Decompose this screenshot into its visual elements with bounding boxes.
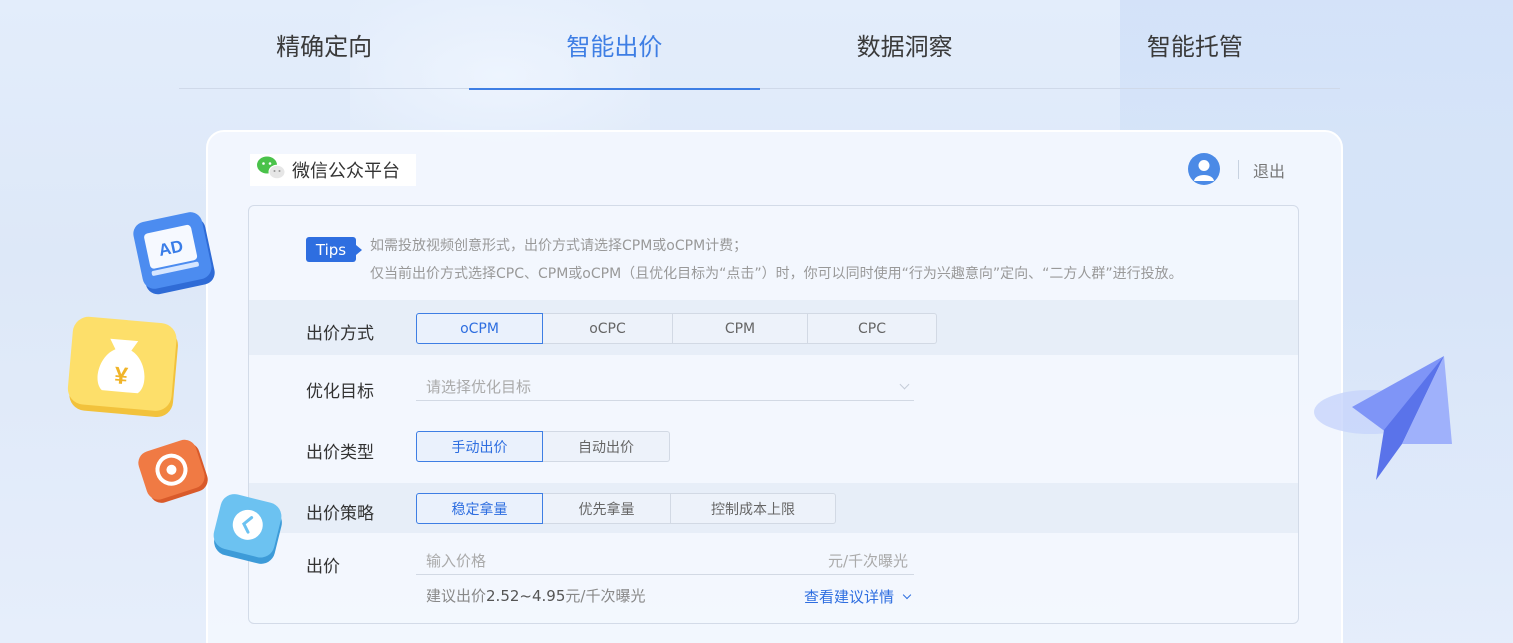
header-divider: [1238, 160, 1239, 179]
view-suggestion-details-link[interactable]: 查看建议详情: [804, 586, 912, 607]
bid-method-cpm[interactable]: CPM: [673, 313, 808, 344]
strategy-stable[interactable]: 稳定拿量: [416, 493, 543, 524]
goal-label: 优化目标: [306, 382, 374, 402]
tab-precise-targeting[interactable]: 精确定向: [179, 0, 469, 89]
chevron-down-icon: [899, 379, 910, 390]
paper-plane-icon: [1312, 352, 1462, 491]
top-nav: 精确定向 智能出价 数据洞察 智能托管: [179, 0, 1340, 90]
hint-unit: 元/千次曝光: [565, 587, 646, 605]
bid-method-selector: oCPM oCPC CPM CPC: [416, 313, 937, 344]
goal-placeholder: 请选择优化目标: [426, 377, 532, 396]
detail-link-label: 查看建议详情: [804, 588, 895, 606]
clock-icon: [210, 492, 286, 568]
brand: 微信公众平台: [250, 154, 416, 186]
bid-type-label: 出价类型: [306, 443, 374, 463]
tab-smart-bidding[interactable]: 智能出价: [469, 0, 760, 90]
bid-type-selector: 手动出价 自动出价: [416, 431, 670, 462]
bid-method-ocpm[interactable]: oCPM: [416, 313, 543, 344]
money-bag-icon: ¥: [64, 314, 184, 422]
tips-badge: Tips: [306, 237, 362, 262]
bid-type-auto[interactable]: 自动出价: [543, 431, 670, 462]
tips-line-2: 仅当前出价方式选择CPC、CPM或oCPM（且优化目标为“点击”）时，你可以同时…: [370, 266, 1183, 282]
price-hint: 建议出价2.52~4.95元/千次曝光: [426, 585, 645, 606]
chevron-down-icon: [902, 590, 912, 599]
hint-prefix: 建议出价: [426, 587, 487, 605]
bid-method-cpc[interactable]: CPC: [808, 313, 937, 344]
tips-line-1: 如需投放视频创意形式，出价方式请选择CPM或oCPM计费；: [370, 238, 748, 254]
tab-smart-hosting[interactable]: 智能托管: [1050, 0, 1340, 89]
price-label: 出价: [306, 557, 340, 577]
bid-type-manual[interactable]: 手动出价: [416, 431, 543, 462]
price-unit: 元/千次曝光: [827, 551, 908, 570]
hint-range: 2.52~4.95: [486, 587, 566, 605]
goal-select[interactable]: 请选择优化目标: [416, 372, 914, 401]
strategy-cost-cap[interactable]: 控制成本上限: [671, 493, 836, 524]
bid-method-label: 出价方式: [306, 324, 374, 344]
aperture-icon: [136, 438, 212, 508]
price-placeholder: 输入价格: [426, 551, 487, 570]
user-avatar-icon[interactable]: [1188, 153, 1220, 185]
price-input[interactable]: 输入价格 元/千次曝光: [416, 546, 914, 575]
wechat-icon: [256, 155, 286, 185]
bid-method-ocpc[interactable]: oCPC: [543, 313, 673, 344]
brand-name: 微信公众平台: [292, 161, 400, 182]
tab-data-insight[interactable]: 数据洞察: [760, 0, 1050, 89]
logout-link[interactable]: 退出: [1253, 158, 1285, 182]
ad-icon: AD: [130, 208, 220, 302]
strategy-selector: 稳定拿量 优先拿量 控制成本上限: [416, 493, 836, 524]
strategy-label: 出价策略: [306, 504, 374, 524]
strategy-priority[interactable]: 优先拿量: [543, 493, 671, 524]
